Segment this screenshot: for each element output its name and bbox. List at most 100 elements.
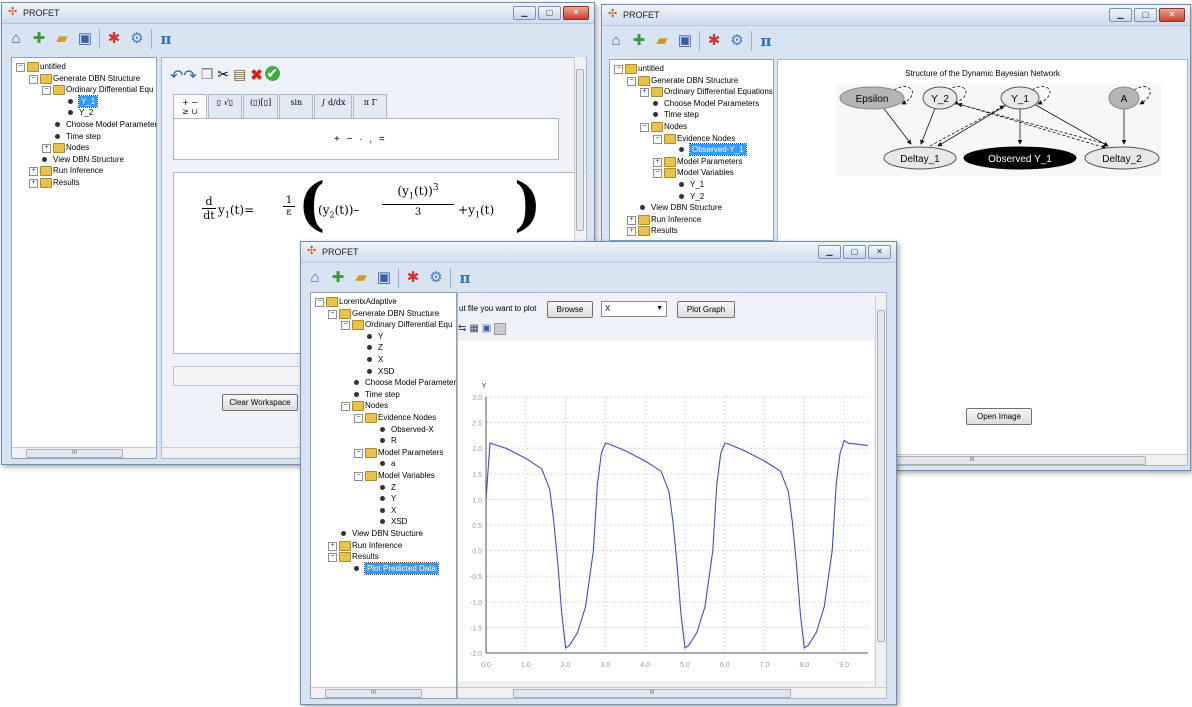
save-icon[interactable]: ▣: [374, 268, 394, 288]
project-tree[interactable]: III − LorentxAdaptive − Generate DBN Struct…: [310, 292, 457, 699]
collapse-icon[interactable]: −: [614, 65, 623, 74]
tree-item[interactable]: + Results: [12, 177, 156, 188]
home-icon[interactable]: ⌂: [606, 31, 626, 51]
expand-icon[interactable]: +: [627, 215, 636, 225]
collapse-icon[interactable]: −: [315, 298, 324, 307]
minimize-button[interactable]: ▁: [1109, 8, 1132, 22]
tree-item[interactable]: Z: [311, 342, 456, 353]
tree-item[interactable]: Time step: [12, 131, 156, 142]
tree-item[interactable]: Time step: [610, 109, 773, 120]
add-icon[interactable]: ✚: [629, 31, 649, 51]
tree-item[interactable]: + Ordinary Differential Equations: [610, 86, 773, 98]
home-icon[interactable]: ⌂: [305, 268, 325, 288]
undo-redo-icon[interactable]: ↶↷: [170, 66, 197, 86]
tree-item[interactable]: View DBN Structure: [610, 202, 773, 213]
home-icon[interactable]: ⌂: [6, 29, 26, 49]
palette-tab[interactable]: ▯ √▯: [208, 94, 242, 119]
tree-item[interactable]: Y_1: [12, 94, 156, 108]
collapse-icon[interactable]: −: [627, 76, 636, 86]
collapse-icon[interactable]: −: [354, 414, 363, 423]
scroll-thumb[interactable]: [877, 310, 885, 642]
tree-item[interactable]: R: [311, 435, 456, 446]
tree-item[interactable]: Y_2: [610, 191, 773, 202]
tree-item[interactable]: + Model Parameters: [610, 156, 773, 167]
tree-item[interactable]: X: [311, 354, 456, 365]
close-button[interactable]: ✕: [1159, 8, 1185, 22]
palette-tab[interactable]: ∫ d/dx: [314, 94, 353, 119]
title-bar[interactable]: ✣ PROFET ▁ ▢ ✕: [602, 5, 1190, 26]
expand-icon[interactable]: +: [29, 167, 38, 177]
network-icon[interactable]: ✱: [704, 31, 724, 51]
open-folder-icon[interactable]: ▰: [52, 29, 72, 49]
collapse-icon[interactable]: −: [42, 86, 51, 96]
collapse-icon[interactable]: −: [653, 134, 662, 144]
tree-item[interactable]: Time step: [311, 389, 456, 400]
tree-item[interactable]: Choose Model Parameter: [311, 377, 456, 388]
collapse-icon[interactable]: −: [354, 448, 363, 458]
tree-item[interactable]: − Generate DBN Structure: [12, 73, 156, 84]
open-image-button[interactable]: Open Image: [966, 408, 1032, 425]
close-button[interactable]: ✕: [563, 6, 589, 20]
tree-item[interactable]: Z: [311, 482, 456, 493]
zoom-icon[interactable]: ⇆: [458, 323, 466, 335]
tree-item[interactable]: + Run Inference: [610, 214, 773, 225]
tree-item[interactable]: Choose Model Parameters: [610, 98, 773, 109]
tree-item[interactable]: − Nodes: [311, 400, 456, 412]
tree-item[interactable]: − Generate DBN Structure: [610, 75, 773, 86]
tree-item[interactable]: + Nodes: [12, 142, 156, 154]
tree-item[interactable]: View DBN Structure: [12, 154, 156, 165]
add-icon[interactable]: ✚: [328, 268, 348, 288]
collapse-icon[interactable]: −: [653, 169, 662, 179]
palette-tab[interactable]: + − ≥ ∪: [173, 94, 207, 119]
clear-workspace-button[interactable]: Clear Workspace: [222, 394, 298, 411]
tree-item[interactable]: − Evidence Nodes: [311, 412, 456, 423]
tree-item[interactable]: − Ordinary Differential Equ: [311, 319, 456, 331]
expand-icon[interactable]: +: [640, 88, 649, 98]
copy-icon[interactable]: ❐: [201, 66, 214, 86]
maximize-button[interactable]: ▢: [1134, 8, 1157, 22]
close-button[interactable]: ✕: [868, 245, 891, 259]
collapse-icon[interactable]: −: [354, 472, 363, 481]
palette-symbols[interactable]: + − · , =: [334, 134, 387, 145]
collapse-icon[interactable]: −: [341, 402, 350, 412]
tree-item[interactable]: Y_2: [12, 107, 156, 118]
palette-tab[interactable]: sin: [279, 94, 314, 119]
open-folder-icon[interactable]: ▰: [351, 268, 371, 288]
settings-icon[interactable]: ▦: [469, 323, 478, 335]
tree-item[interactable]: a: [311, 458, 456, 469]
scroll-thumb[interactable]: III: [26, 449, 123, 458]
tree-item[interactable]: Y: [311, 493, 456, 504]
tree-item[interactable]: − Model Parameters: [311, 447, 456, 458]
add-icon[interactable]: ✚: [29, 29, 49, 49]
tree-item[interactable]: + Results: [610, 225, 773, 237]
collapse-icon[interactable]: −: [341, 321, 350, 331]
tree-item[interactable]: − untitled: [610, 63, 773, 74]
title-bar[interactable]: ✣ PROFET ▁ ▢ ✕: [2, 3, 594, 24]
tree-item[interactable]: − Nodes: [610, 121, 773, 132]
tree-item[interactable]: − Ordinary Differential Equ: [12, 84, 156, 96]
minimize-button[interactable]: ▁: [513, 6, 536, 20]
collapse-icon[interactable]: −: [328, 553, 337, 563]
check-icon[interactable]: ✔: [264, 66, 280, 81]
pi-icon[interactable]: π: [156, 29, 176, 49]
collapse-icon[interactable]: −: [16, 63, 25, 72]
gear-icon[interactable]: ⚙: [127, 29, 147, 49]
tree-item[interactable]: Choose Model Parameter: [12, 119, 156, 130]
tree-item[interactable]: − Generate DBN Structure: [311, 308, 456, 319]
gear-icon[interactable]: ⚙: [727, 31, 747, 51]
tree-item[interactable]: − Model Variables: [311, 470, 456, 481]
expand-icon[interactable]: +: [328, 541, 337, 551]
save-chart-icon[interactable]: ▣: [482, 323, 491, 335]
expand-icon[interactable]: +: [653, 157, 662, 167]
collapse-icon[interactable]: −: [328, 309, 337, 319]
tree-item[interactable]: − Results: [311, 551, 456, 563]
pi-icon[interactable]: π: [455, 268, 475, 288]
tree-item[interactable]: View DBN Structure: [311, 528, 456, 539]
tree-item[interactable]: − untitled: [12, 61, 156, 72]
expand-icon[interactable]: +: [29, 179, 38, 188]
collapse-icon[interactable]: −: [29, 74, 38, 84]
save-icon[interactable]: ▣: [675, 31, 695, 51]
network-icon[interactable]: ✱: [403, 268, 423, 288]
tree-item[interactable]: XSD: [311, 366, 456, 377]
title-bar[interactable]: ✣ PROFET ▁ ▢ ✕: [301, 242, 896, 263]
